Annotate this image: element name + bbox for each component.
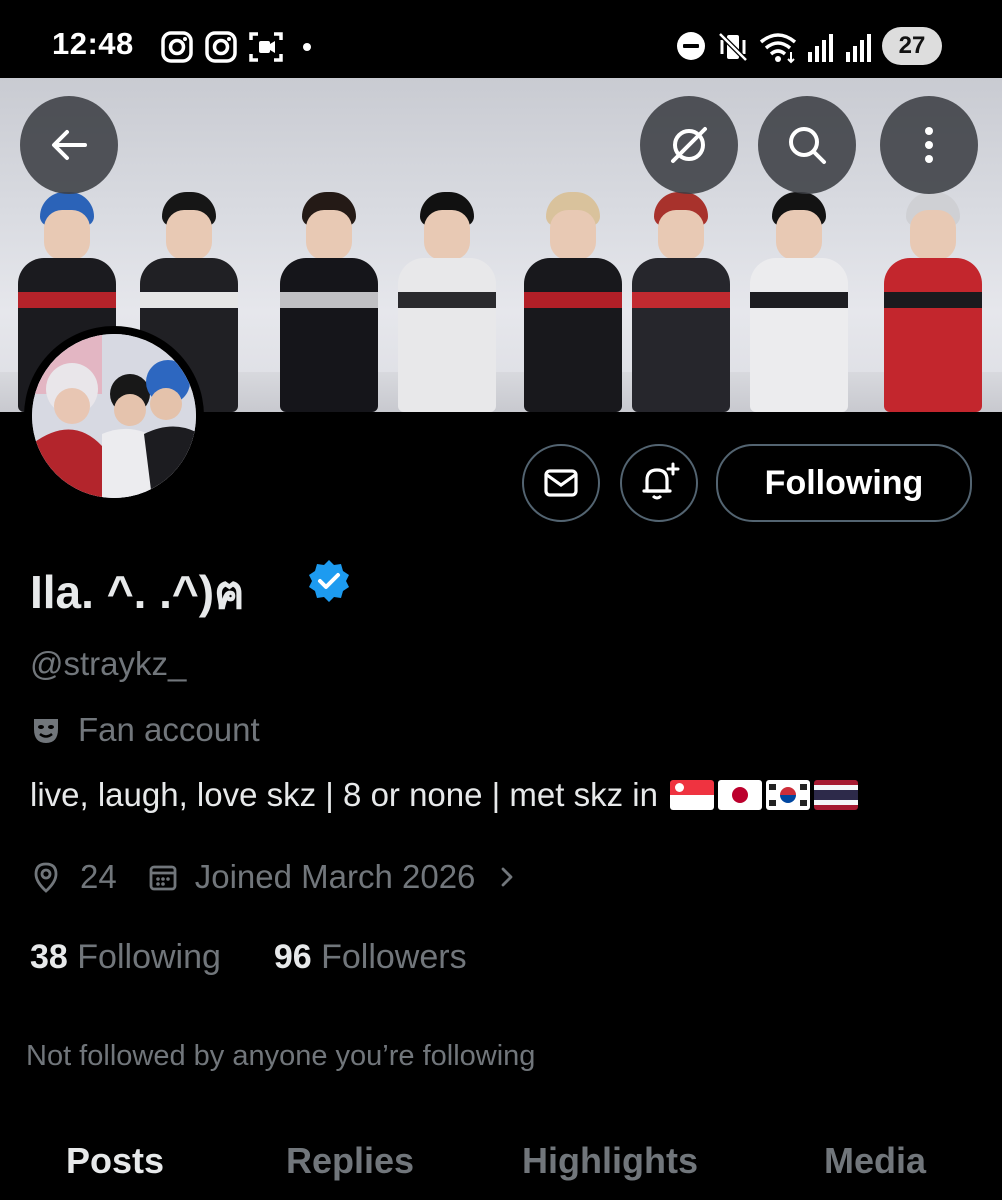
grok-icon [671,127,707,163]
wifi-icon [759,33,797,64]
banner-member [518,192,628,412]
avatar[interactable] [24,326,204,506]
followers-stat[interactable]: 96 Followers [274,938,467,976]
mute-vibrate-icon [718,32,748,62]
tab-replies[interactable]: Replies [286,1140,414,1182]
calendar-icon [149,865,177,891]
user-handle: @straykz_ [30,645,187,682]
bell-plus-icon [642,462,680,500]
following-stat[interactable]: 38 Following [30,938,221,976]
grok-button[interactable] [640,96,738,194]
followed-by-text: Not followed by anyone you’re following [26,1040,536,1072]
profile-bio: live, laugh, love skz | 8 or none | met … [30,776,858,814]
instagram-icon [161,31,193,63]
message-button[interactable] [522,444,600,522]
envelope-icon [544,469,578,497]
location-text: 24 [80,858,117,895]
joined-date[interactable]: Joined March 2026 [195,858,476,896]
flag-south-korea-icon [765,780,810,810]
flag-singapore-icon [669,780,714,810]
profile-tabs: Posts Replies Highlights Media [0,1120,1002,1200]
category-label: Fan account [78,711,260,748]
dot-icon [303,43,311,51]
bio-text: live, laugh, love skz | 8 or none | met … [30,776,658,813]
banner-member [274,192,384,412]
notifications-button[interactable] [620,444,698,522]
avatar-image [32,334,196,498]
chevron-right-icon[interactable] [493,863,521,891]
verified-badge-icon[interactable] [306,558,352,604]
battery-indicator: 27 [882,27,942,65]
banner-member [878,192,988,412]
location-pin-icon [34,862,58,893]
banner-member [744,192,854,412]
tab-highlights[interactable]: Highlights [522,1140,698,1182]
followers-label: Followers [321,938,467,976]
display-name: Ila. ^. .^)ฅ [30,566,245,618]
flag-japan-icon [717,780,762,810]
follow-stats: 38 Following 96 Followers [30,938,467,977]
status-time: 12:48 [52,26,134,61]
banner-member [392,192,502,412]
back-arrow-icon [52,130,87,160]
followers-count: 96 [273,938,312,976]
more-vertical-icon [925,127,933,163]
status-bar: 12:48 27 [0,0,1002,78]
instagram-icon [205,31,237,63]
banner-member [626,192,736,412]
dnd-icon [677,32,705,60]
following-count: 38 [30,938,68,976]
screen-record-icon [249,32,283,62]
search-icon [789,127,826,164]
search-button[interactable] [758,96,856,194]
theater-mask-icon [34,719,58,743]
following-button[interactable]: Following [716,444,972,522]
profile-meta: 24 Joined March 2026 [30,858,521,896]
following-label: Following [77,938,221,976]
tab-posts[interactable]: Posts [66,1140,164,1182]
flag-thailand-icon [813,780,858,810]
back-button[interactable] [20,96,118,194]
signal-icon [846,34,871,62]
signal-icon [808,34,833,62]
tab-media[interactable]: Media [824,1140,926,1182]
more-button[interactable] [880,96,978,194]
profile-category: Fan account [30,711,260,749]
